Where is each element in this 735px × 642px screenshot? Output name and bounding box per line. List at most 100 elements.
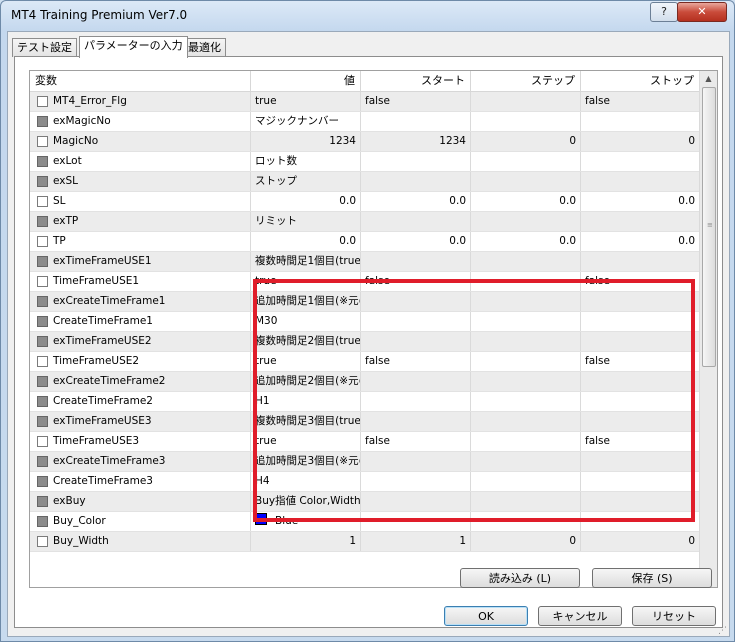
step-cell[interactable] xyxy=(471,112,581,131)
value-cell[interactable]: 0.0 xyxy=(251,232,361,251)
value-cell[interactable]: M30 xyxy=(251,312,361,331)
value-cell[interactable]: 1 xyxy=(251,532,361,551)
optimize-checkbox[interactable] xyxy=(37,436,48,447)
stop-cell[interactable]: false xyxy=(581,92,699,111)
stop-cell[interactable] xyxy=(581,312,699,331)
start-cell[interactable]: false xyxy=(361,432,471,451)
value-cell[interactable]: 複数時間足3個目(true:使う false:使わない) xyxy=(251,412,361,431)
stop-cell[interactable] xyxy=(581,412,699,431)
table-row[interactable]: exTP リミット xyxy=(30,212,699,232)
start-cell[interactable]: 0.0 xyxy=(361,232,471,251)
stop-cell[interactable] xyxy=(581,452,699,471)
step-cell[interactable] xyxy=(471,432,581,451)
step-cell[interactable]: 0.0 xyxy=(471,192,581,211)
table-row[interactable]: CreateTimeFrame2 H1 xyxy=(30,392,699,412)
table-row[interactable]: exCreateTimeFrame3 追加時間足3個目(※元の時間足より大きな時間… xyxy=(30,452,699,472)
optimize-checkbox[interactable] xyxy=(37,196,48,207)
value-cell[interactable]: 1234 xyxy=(251,132,361,151)
table-row[interactable]: MT4_Error_Flg true false false xyxy=(30,92,699,112)
value-cell[interactable]: H1 xyxy=(251,392,361,411)
table-row[interactable]: CreateTimeFrame3 H4 xyxy=(30,472,699,492)
step-cell[interactable] xyxy=(471,492,581,511)
value-cell[interactable]: リミット xyxy=(251,212,361,231)
table-row[interactable]: SL 0.0 0.0 0.0 0.0 xyxy=(30,192,699,212)
step-cell[interactable] xyxy=(471,412,581,431)
reset-button[interactable]: リセット xyxy=(632,606,716,626)
stop-cell[interactable]: false xyxy=(581,352,699,371)
value-cell[interactable]: true xyxy=(251,352,361,371)
table-row[interactable]: TimeFrameUSE3 true false false xyxy=(30,432,699,452)
stop-cell[interactable]: false xyxy=(581,432,699,451)
start-cell[interactable] xyxy=(361,252,471,271)
step-cell[interactable] xyxy=(471,332,581,351)
table-row[interactable]: Buy_Width 1 1 0 0 xyxy=(30,532,699,552)
header-step[interactable]: ステップ xyxy=(471,71,581,91)
step-cell[interactable] xyxy=(471,312,581,331)
step-cell[interactable] xyxy=(471,292,581,311)
save-button[interactable]: 保存 (S) xyxy=(592,568,712,588)
title-bar[interactable]: MT4 Training Premium Ver7.0 ? ✕ xyxy=(1,1,734,31)
start-cell[interactable] xyxy=(361,332,471,351)
value-cell[interactable]: H4 xyxy=(251,472,361,491)
value-cell[interactable]: true xyxy=(251,272,361,291)
table-row[interactable]: exLot ロット数 xyxy=(30,152,699,172)
value-cell[interactable]: 追加時間足3個目(※元の時間足より大きな時間を指定) xyxy=(251,452,361,471)
optimize-checkbox[interactable] xyxy=(37,536,48,547)
step-cell[interactable] xyxy=(471,512,581,531)
start-cell[interactable]: false xyxy=(361,272,471,291)
step-cell[interactable] xyxy=(471,212,581,231)
table-row[interactable]: CreateTimeFrame1 M30 xyxy=(30,312,699,332)
table-row[interactable]: exSL ストップ xyxy=(30,172,699,192)
header-value[interactable]: 値 xyxy=(251,71,361,91)
stop-cell[interactable] xyxy=(581,292,699,311)
value-cell[interactable]: ロット数 xyxy=(251,152,361,171)
value-cell[interactable]: 追加時間足1個目(※元の時間足より大きな時間を指定) xyxy=(251,292,361,311)
start-cell[interactable]: 1 xyxy=(361,532,471,551)
tab-parameter-input[interactable]: パラメーターの入力 xyxy=(79,36,188,58)
table-row[interactable]: exCreateTimeFrame1 追加時間足1個目(※元の時間足より大きな時間… xyxy=(30,292,699,312)
start-cell[interactable] xyxy=(361,492,471,511)
step-cell[interactable] xyxy=(471,92,581,111)
step-cell[interactable]: 0 xyxy=(471,532,581,551)
table-row[interactable]: exTimeFrameUSE2 複数時間足2個目(true:使う false:使わ… xyxy=(30,332,699,352)
start-cell[interactable]: 0.0 xyxy=(361,192,471,211)
step-cell[interactable] xyxy=(471,372,581,391)
table-row[interactable]: exTimeFrameUSE1 複数時間足1個目(true:使う false:使わ… xyxy=(30,252,699,272)
table-row[interactable]: exTimeFrameUSE3 複数時間足3個目(true:使う false:使わ… xyxy=(30,412,699,432)
stop-cell[interactable] xyxy=(581,252,699,271)
stop-cell[interactable]: 0.0 xyxy=(581,232,699,251)
tab-optimization[interactable]: 最適化 xyxy=(183,38,226,57)
stop-cell[interactable] xyxy=(581,172,699,191)
start-cell[interactable] xyxy=(361,512,471,531)
stop-cell[interactable] xyxy=(581,372,699,391)
stop-cell[interactable] xyxy=(581,512,699,531)
optimize-checkbox[interactable] xyxy=(37,96,48,107)
cancel-button[interactable]: キャンセル xyxy=(538,606,622,626)
value-cell[interactable]: Buy指値 Color,Width xyxy=(251,492,361,511)
header-stop[interactable]: ストップ xyxy=(581,71,699,91)
value-cell[interactable]: true xyxy=(251,432,361,451)
step-cell[interactable] xyxy=(471,472,581,491)
start-cell[interactable] xyxy=(361,112,471,131)
table-row[interactable]: MagicNo 1234 1234 0 0 xyxy=(30,132,699,152)
stop-cell[interactable]: 0.0 xyxy=(581,192,699,211)
header-start[interactable]: スタート xyxy=(361,71,471,91)
step-cell[interactable] xyxy=(471,352,581,371)
start-cell[interactable] xyxy=(361,472,471,491)
stop-cell[interactable]: 0 xyxy=(581,532,699,551)
step-cell[interactable] xyxy=(471,252,581,271)
value-cell[interactable]: ストップ xyxy=(251,172,361,191)
start-cell[interactable]: false xyxy=(361,92,471,111)
table-row[interactable]: Buy_Color Blue xyxy=(30,512,699,532)
start-cell[interactable] xyxy=(361,212,471,231)
table-row[interactable]: exMagicNo マジックナンバー xyxy=(30,112,699,132)
start-cell[interactable]: 1234 xyxy=(361,132,471,151)
value-cell[interactable]: 複数時間足1個目(true:使う false:使わない) xyxy=(251,252,361,271)
value-cell[interactable]: マジックナンバー xyxy=(251,112,361,131)
stop-cell[interactable]: 0 xyxy=(581,132,699,151)
tab-test-settings[interactable]: テスト設定 xyxy=(12,38,77,57)
stop-cell[interactable] xyxy=(581,212,699,231)
start-cell[interactable]: false xyxy=(361,352,471,371)
table-row[interactable]: TimeFrameUSE1 true false false xyxy=(30,272,699,292)
step-cell[interactable] xyxy=(471,152,581,171)
